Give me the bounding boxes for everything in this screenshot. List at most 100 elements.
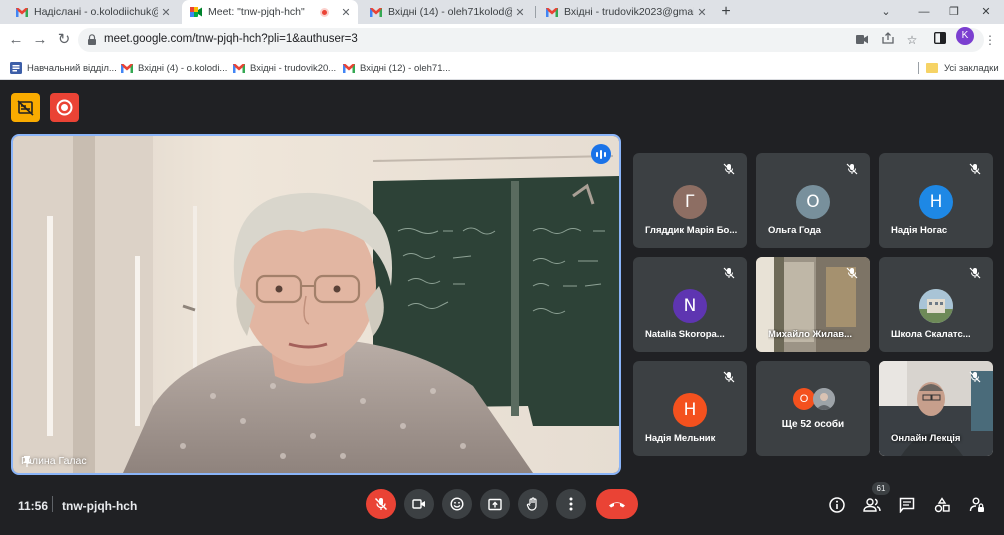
participant-photo-avatar [919,289,953,323]
mic-off-icon [723,371,735,383]
bookmark-label: Вхідні - trudovik20... [250,62,337,74]
participant-name: Школа Скалатс... [891,329,971,340]
bookmark-star-icon[interactable]: ☆ [904,32,920,48]
pin-icon[interactable] [21,455,33,467]
meeting-code: tnw-pjqh-hch [62,499,138,513]
people-button[interactable] [862,495,882,515]
profile-avatar[interactable]: K [956,27,974,45]
camera-button[interactable] [404,489,434,519]
tab-gmail-sent[interactable]: Надіслані - o.kolodiichuk@ippo.k ✕ [8,0,178,24]
window-close-button[interactable]: ✕ [966,0,1004,24]
participant-avatar: N [673,289,707,323]
activities-button[interactable] [932,495,952,515]
tab-gmail-inbox-trudovik[interactable]: Вхідні - trudovik2023@gmail.com ✕ [538,0,714,24]
all-bookmarks[interactable]: Усі закладки [926,60,999,76]
address-bar[interactable]: meet.google.com/tnw-pjqh-hch?pli=1&authu… [78,28,984,52]
participant-tile[interactable]: О Ольга Года [756,153,870,248]
end-call-icon [609,502,625,508]
tab-search-chevron-icon[interactable]: ⌄ [866,0,906,24]
captions-off-badge[interactable] [11,93,40,122]
bookmarks-bar: Навчальний відділ... Вхідні (4) - o.kolo… [0,56,1004,80]
participant-tile-video[interactable]: Михайло Жилав... [756,257,870,352]
back-button[interactable]: ← [6,30,26,50]
share-icon[interactable] [880,32,896,48]
forward-button[interactable]: → [30,30,50,50]
leave-call-button[interactable] [596,489,638,519]
videocam-icon [412,499,425,509]
main-speaker-video[interactable]: Галина Галас [11,134,621,475]
lock-person-icon [969,497,984,512]
close-icon[interactable]: ✕ [338,6,354,19]
reactions-button[interactable] [442,489,472,519]
participant-count-badge: 61 [872,482,890,495]
close-icon[interactable]: ✕ [694,6,710,19]
present-screen-button[interactable] [480,489,510,519]
raise-hand-button[interactable] [518,489,548,519]
participant-name: Надія Ногас [891,225,948,236]
participant-tile[interactable]: Школа Скалатс... [879,257,993,352]
browser-toolbar: ← → ↻ meet.google.com/tnw-pjqh-hch?pli=1… [0,24,1004,56]
participant-avatar: Г [673,185,707,219]
hand-icon [526,497,537,511]
host-controls-button[interactable] [967,495,987,515]
tab-gmail-inbox-oleh[interactable]: Вхідні (14) - oleh71kolod@gmail ✕ [362,0,532,24]
gmail-icon [343,63,355,73]
participant-name: Михайло Жилав... [768,329,853,340]
meeting-details-button[interactable] [827,495,847,515]
info-icon [829,497,845,513]
lock-icon [88,34,96,45]
meet-stage: Галина Галас Г Гляддик Марія Бо... О Оль… [0,80,1004,535]
participant-avatar: О [796,185,830,219]
mic-off-icon [969,371,981,383]
participant-tile[interactable]: Н Надія Мельник [633,361,747,456]
close-icon[interactable]: ✕ [512,6,528,19]
mic-off-icon [374,497,388,511]
tab-separator [535,6,536,18]
menu-kebab-icon[interactable]: ⋮ [982,32,998,48]
recording-indicator-icon [320,7,329,17]
url-text: meet.google.com/tnw-pjqh-hch?pli=1&authu… [104,33,358,45]
bookmark-item[interactable]: Вхідні (4) - o.kolodi... [121,60,227,76]
mic-off-icon [723,163,735,175]
tab-meet[interactable]: Meet: "tnw-pjqh-hch" ✕ [182,0,358,24]
mic-off-icon [846,163,858,175]
reload-button[interactable]: ↻ [54,30,74,50]
participant-tile[interactable]: Г Гляддик Марія Бо... [633,153,747,248]
gmail-icon [16,7,28,17]
participant-name: Natalia Skoropa... [645,329,725,340]
more-options-button[interactable] [556,489,586,519]
emoji-icon [450,497,464,511]
gmail-icon [370,7,382,17]
participant-tile[interactable]: N Natalia Skoropa... [633,257,747,352]
bookmark-item[interactable]: Вхідні - trudovik20... [233,60,336,76]
more-avatar-1: О [793,388,815,410]
speaking-indicator-icon [591,144,611,164]
gmail-icon [233,63,245,73]
bookmark-item[interactable]: Вхідні (12) - oleh71... [343,60,450,76]
participant-tile[interactable]: Н Надія Ногас [879,153,993,248]
bookmark-item[interactable]: Навчальний відділ... [10,60,117,76]
chat-icon [899,497,915,513]
speaker-video-frame [13,136,619,473]
meet-icon [190,7,202,17]
tab-title: Meet: "tnw-pjqh-hch" [208,6,305,18]
more-participants-tile[interactable]: О Ще 52 особи [756,361,870,456]
new-tab-button[interactable]: + [716,2,736,22]
kebab-icon [569,497,573,511]
recording-badge[interactable] [50,93,79,122]
participant-tile-video[interactable]: Онлайн Лекція [879,361,993,456]
side-panel-icon[interactable] [932,31,948,48]
bookmark-separator [918,62,919,74]
more-participants-label: Ще 52 особи [781,419,845,430]
participant-avatar: Н [673,393,707,427]
mic-off-icon [846,267,858,279]
main-speaker-label: Галина Галас [21,455,87,467]
tab-title: Надіслані - o.kolodiichuk@ippo.k [34,6,158,18]
microphone-button[interactable] [366,489,396,519]
camera-icon[interactable] [854,32,870,48]
chat-button[interactable] [897,495,917,515]
participant-name: Онлайн Лекція [891,433,961,444]
close-icon[interactable]: ✕ [158,6,174,19]
bookmark-label: Вхідні (4) - o.kolodi... [138,62,228,74]
mic-off-icon [969,267,981,279]
